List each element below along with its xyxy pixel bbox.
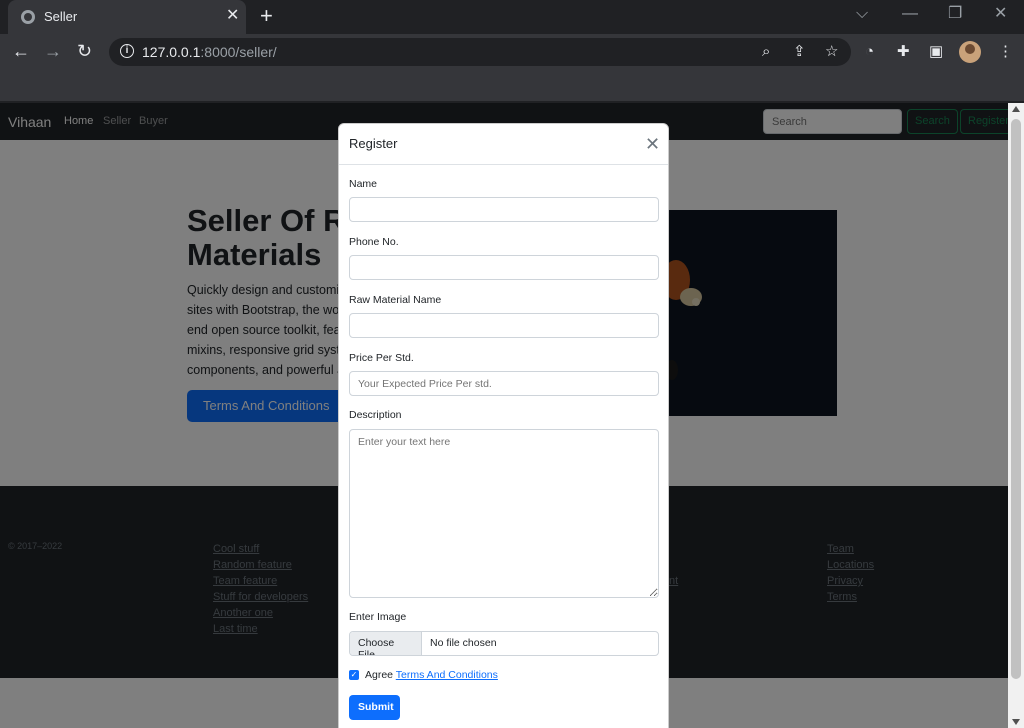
page-viewport: Vihaan Home Seller Buyer Search Register… — [0, 103, 1008, 728]
site-info-icon[interactable]: i — [120, 44, 134, 58]
description-textarea[interactable] — [349, 429, 659, 598]
modal-header: Register ✕ — [339, 124, 668, 165]
tab-title: Seller — [44, 9, 78, 24]
price-label: Price Per Std. — [349, 352, 414, 364]
agree-checkbox[interactable]: ✓ — [349, 670, 359, 680]
browser-tabstrip: Seller ✕ + ⌵ — ❐ ✕ — [0, 0, 1024, 34]
menu-kebab-icon[interactable]: ⋮ — [998, 42, 1013, 62]
side-panel-icon[interactable]: ▣ — [929, 42, 943, 62]
terms-link[interactable]: Terms And Conditions — [396, 669, 498, 681]
browser-toolbar: ← → ↻ i 127.0.0.1:8000/seller/ ⌕ ⇪ ☆ ◔ ✚… — [0, 34, 1024, 70]
restore-icon[interactable]: ❐ — [948, 4, 962, 24]
scroll-thumb[interactable] — [1011, 119, 1021, 679]
phone-label: Phone No. — [349, 236, 399, 248]
profile-avatar[interactable] — [959, 41, 981, 63]
scroll-down-icon[interactable] — [1012, 719, 1020, 725]
price-input[interactable] — [349, 371, 659, 396]
page-scrollbar[interactable] — [1008, 103, 1024, 728]
tab-search-icon[interactable]: ⌵ — [856, 4, 868, 24]
file-status: No file chosen — [430, 637, 497, 649]
bookmark-star-icon[interactable]: ☆ — [825, 42, 838, 62]
back-icon[interactable]: ← — [12, 40, 30, 62]
url-text: 127.0.0.1:8000/seller/ — [142, 44, 277, 60]
scroll-up-icon[interactable] — [1012, 106, 1020, 112]
tab-close-icon[interactable]: ✕ — [226, 7, 239, 25]
share-icon[interactable]: ⇪ — [793, 42, 806, 62]
close-icon[interactable]: ✕ — [645, 135, 660, 153]
reload-icon[interactable]: ↻ — [77, 40, 92, 62]
performance-icon[interactable]: ◔ — [865, 42, 874, 62]
name-label: Name — [349, 178, 378, 190]
minimize-icon[interactable]: — — [902, 4, 918, 24]
agree-label: Agree Terms And Conditions — [365, 669, 498, 681]
browser-tab[interactable]: Seller ✕ — [8, 0, 246, 34]
extensions-icon[interactable]: ✚ — [897, 42, 910, 62]
submit-button[interactable]: Submit — [349, 695, 400, 720]
forward-icon[interactable]: → — [44, 40, 62, 62]
address-bar[interactable]: i 127.0.0.1:8000/seller/ ⌕ ⇪ ☆ — [109, 38, 851, 66]
globe-icon — [21, 10, 35, 24]
image-label: Enter Image — [349, 611, 407, 623]
register-modal: Register ✕ Name Phone No. Raw Material N… — [338, 123, 669, 728]
zoom-icon[interactable]: ⌕ — [762, 42, 770, 62]
description-label: Description — [349, 409, 402, 421]
image-file-input[interactable]: Choose File No file chosen — [349, 631, 659, 656]
new-tab-icon[interactable]: + — [260, 5, 273, 27]
material-label: Raw Material Name — [349, 294, 442, 306]
material-input[interactable] — [349, 313, 659, 338]
modal-title: Register — [349, 136, 398, 151]
name-input[interactable] — [349, 197, 659, 222]
bookmarks-bar — [0, 70, 1024, 102]
window-close-icon[interactable]: ✕ — [994, 4, 1007, 24]
phone-input[interactable] — [349, 255, 659, 280]
choose-file-button[interactable]: Choose File — [350, 632, 422, 655]
